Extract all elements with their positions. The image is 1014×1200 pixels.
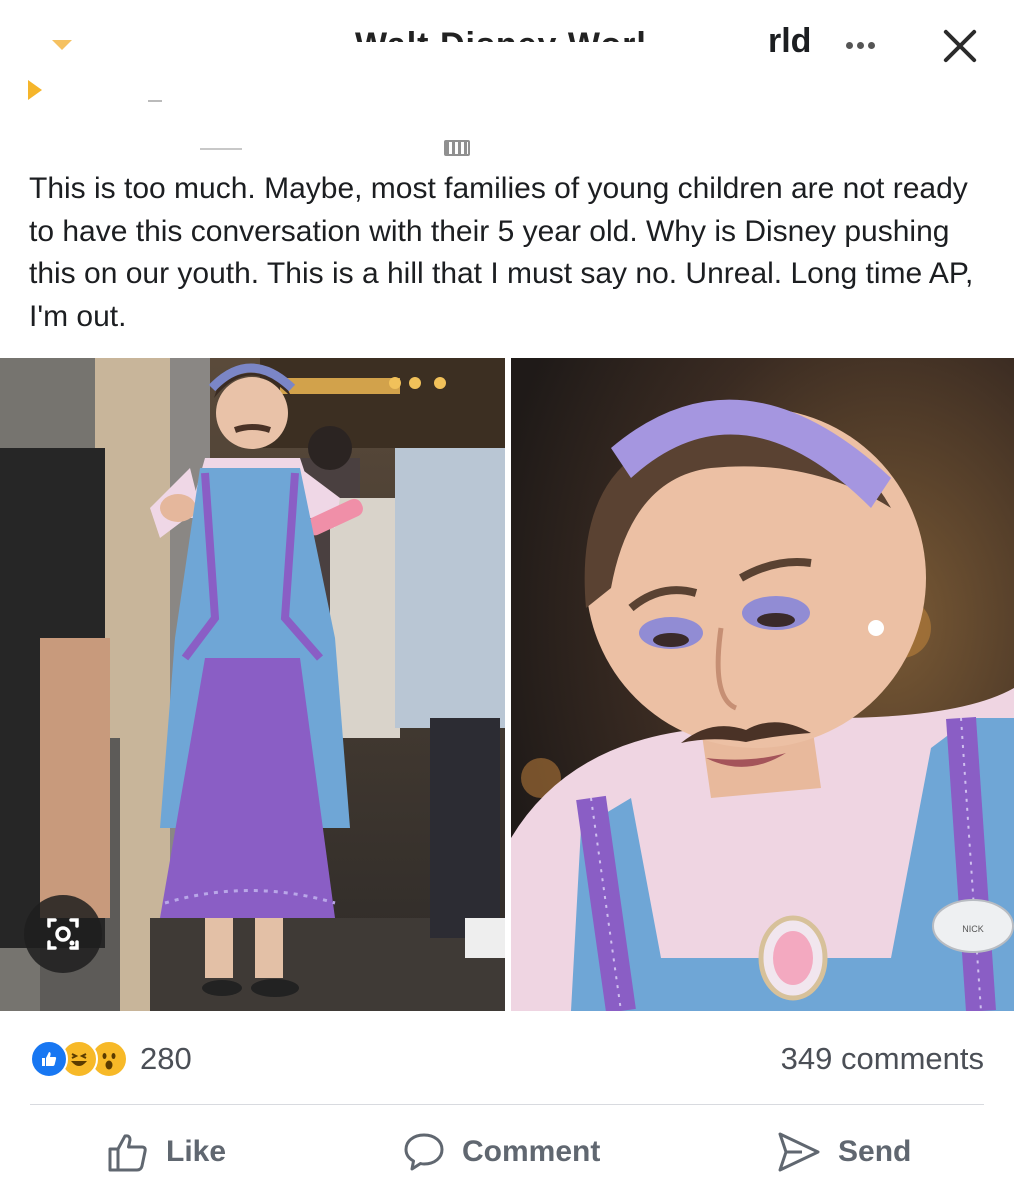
post-photo-right[interactable]: NICK xyxy=(511,358,1014,1011)
like-outline-icon xyxy=(108,1134,147,1172)
visual-search-icon[interactable] xyxy=(24,895,102,973)
comments-count[interactable]: 349 comments xyxy=(781,1041,984,1077)
comment-label: Comment xyxy=(462,1135,601,1168)
close-icon[interactable] xyxy=(936,22,984,70)
send-button[interactable]: Send xyxy=(776,1124,911,1180)
divider xyxy=(30,1104,984,1105)
post-text: This is too much. Maybe, most families o… xyxy=(29,172,974,333)
send-arrow-icon xyxy=(778,1132,820,1172)
like-label: Like xyxy=(166,1135,227,1168)
like-icon xyxy=(30,1040,68,1078)
group-name-cut: Walt Disney World xyxy=(355,20,645,42)
meta-separator xyxy=(200,148,242,150)
post-header: Walt Disney World rld xyxy=(0,0,1014,156)
friends-audience-icon[interactable] xyxy=(444,140,470,156)
reaction-count[interactable]: 280 xyxy=(140,1041,192,1077)
group-name[interactable]: rld xyxy=(768,22,811,61)
arrow-icon xyxy=(28,80,42,100)
group-name-text: Walt Disney World xyxy=(355,26,645,42)
meta-separator xyxy=(148,100,162,102)
comment-button[interactable]: Comment xyxy=(402,1124,600,1180)
send-label: Send xyxy=(838,1135,912,1168)
reactions-summary[interactable]: 280 xyxy=(30,1038,192,1080)
group-avatar-fragment[interactable] xyxy=(52,40,72,50)
name-tag-text: NICK xyxy=(962,924,984,934)
comment-bubble-icon xyxy=(404,1133,444,1171)
photo-right-illustration: NICK xyxy=(511,358,1014,1011)
more-dots-icon[interactable] xyxy=(836,30,884,60)
like-button[interactable]: Like xyxy=(106,1124,226,1180)
